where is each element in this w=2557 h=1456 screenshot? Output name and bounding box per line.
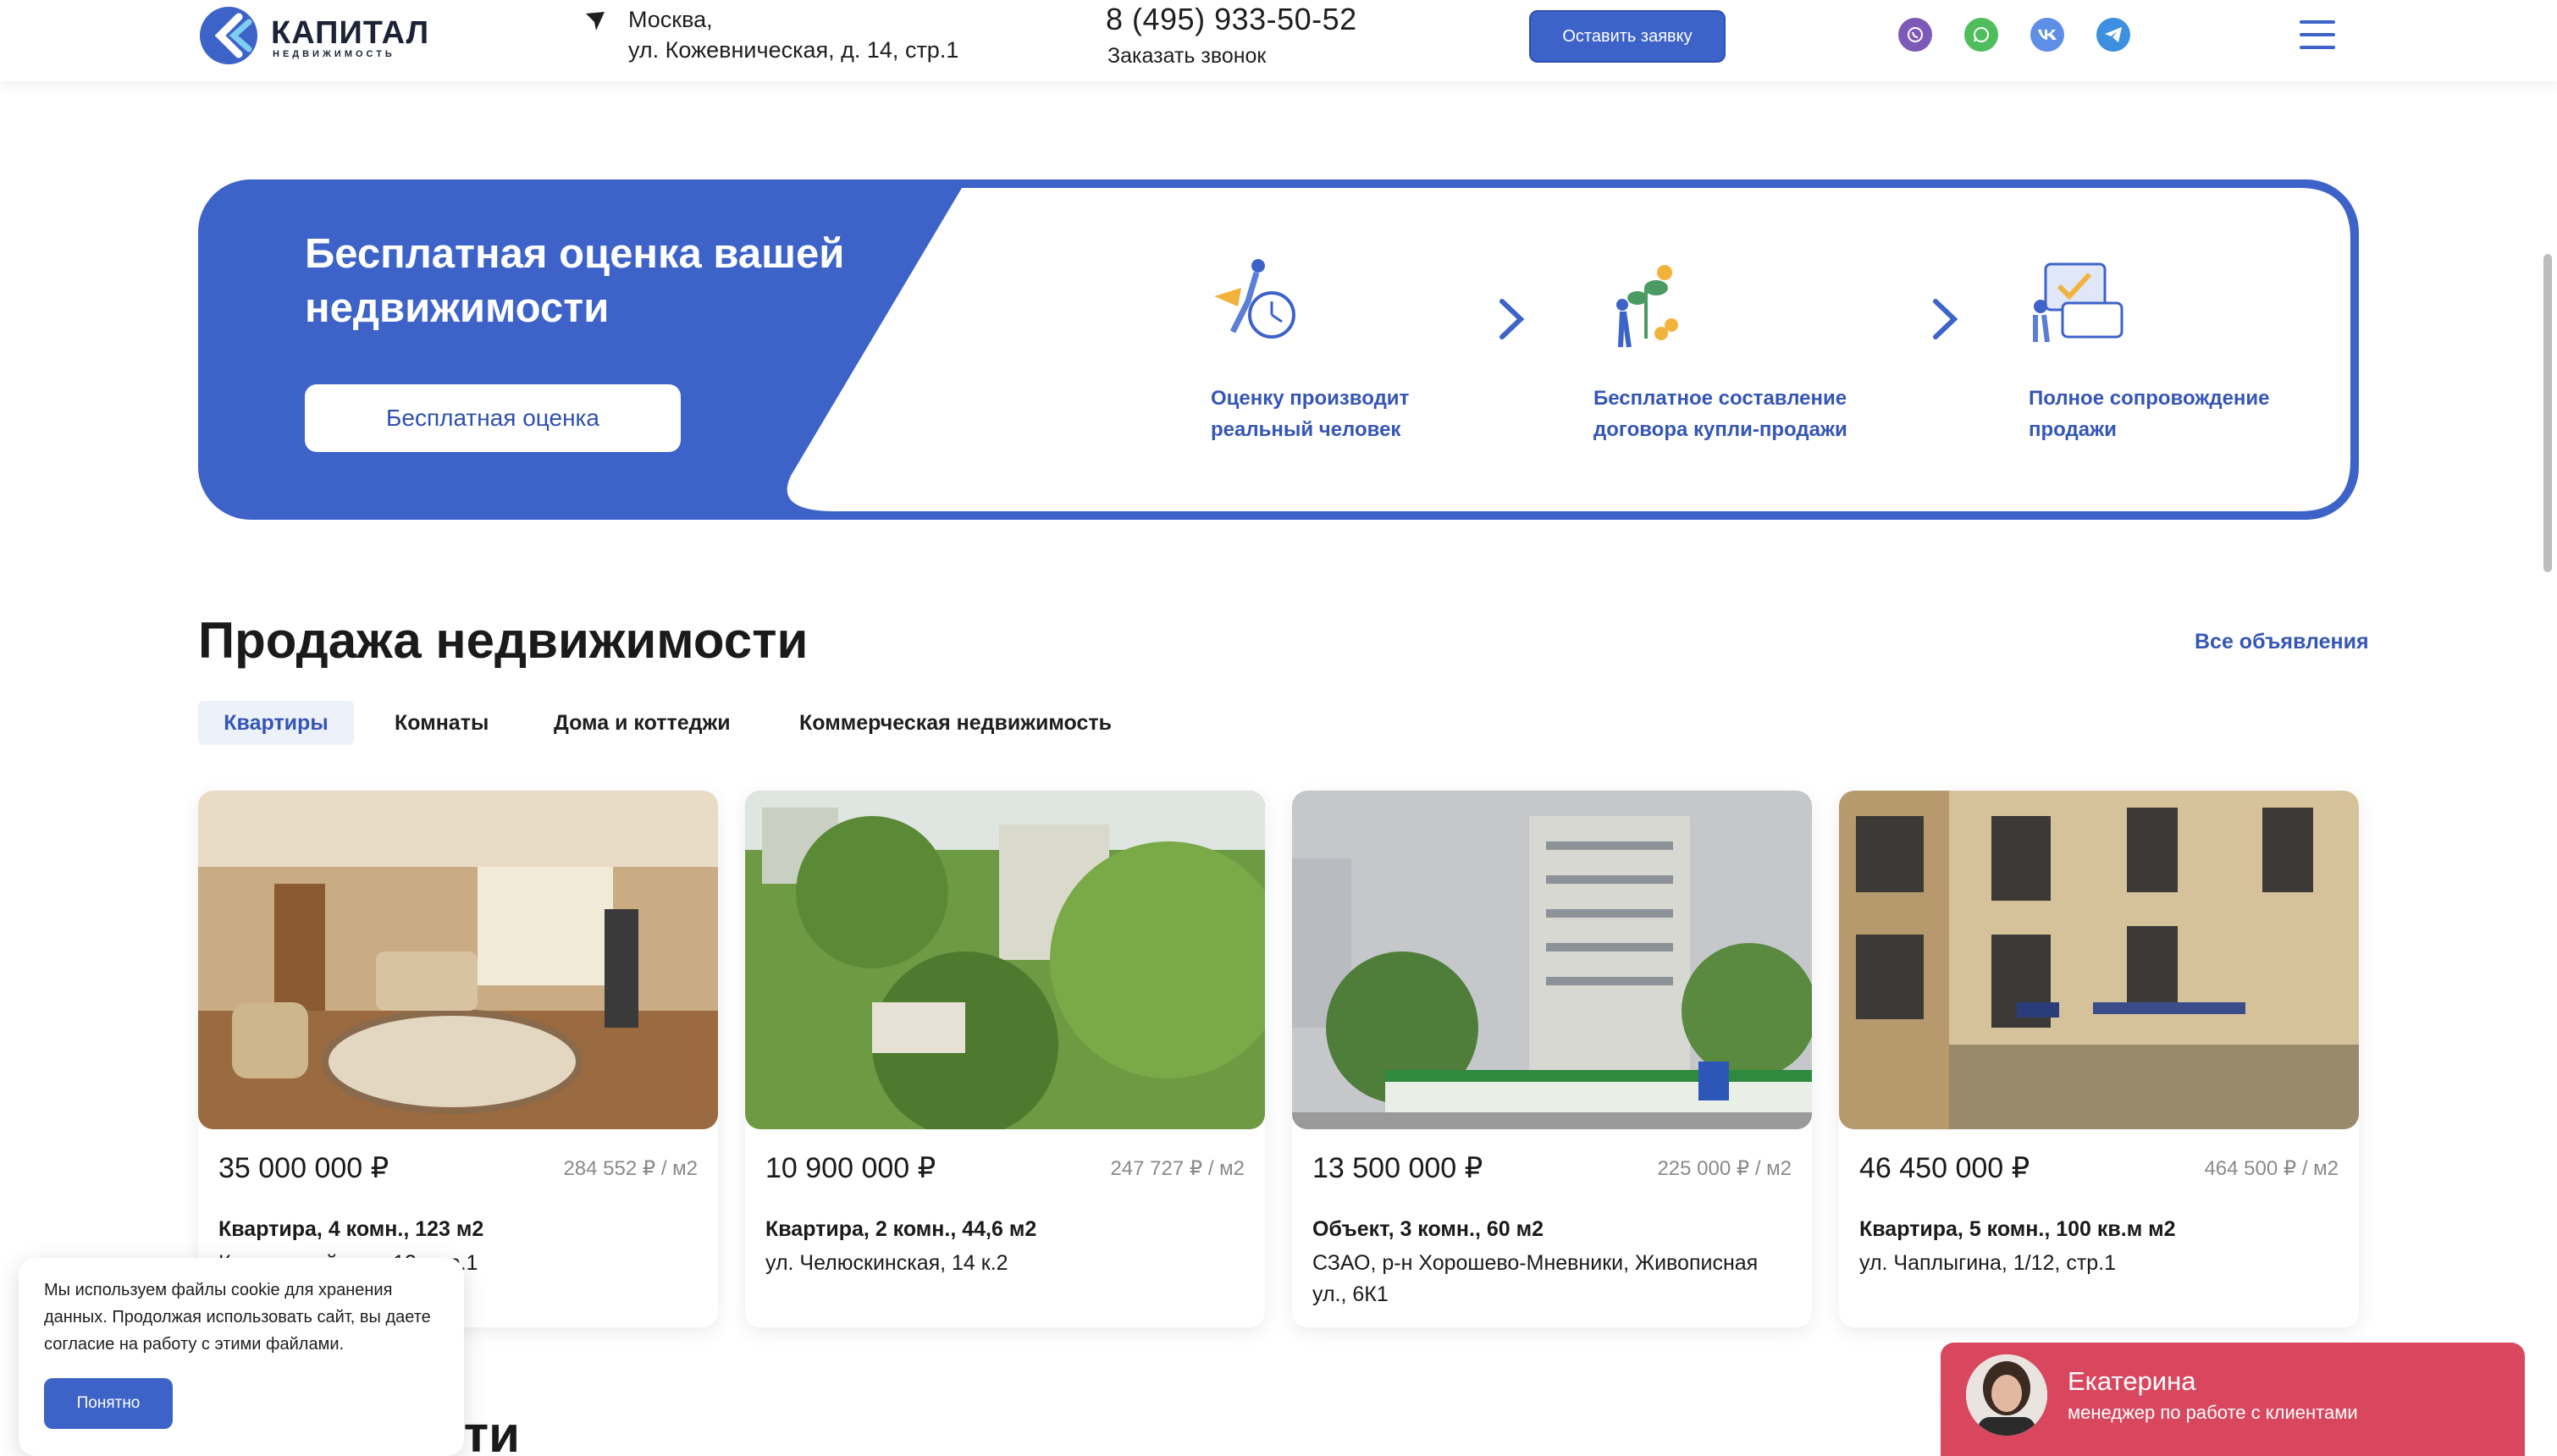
- listing-title: Объект, 3 комн., 60 м2: [1312, 1217, 1544, 1241]
- section-title: Продажа недвижимости: [198, 612, 809, 669]
- listing-price: 46 450 000 ₽: [1859, 1152, 2030, 1184]
- listing-address: СЗАО, р-н Хорошево-Мневники, Живописная …: [1312, 1251, 1759, 1306]
- listing-card[interactable]: 35 000 000 ₽ 284 552 ₽ / м2 Квартира, 4 …: [198, 791, 718, 1327]
- listing-photo-building: [1292, 791, 1812, 1129]
- logo-mark-icon: [200, 7, 257, 64]
- listing-price-per-m2: 225 000 ₽ / м2: [1657, 1157, 1792, 1180]
- manager-avatar: [1966, 1354, 2047, 1436]
- listing-price: 35 000 000 ₽: [218, 1152, 389, 1184]
- tab-houses[interactable]: Дома и коттеджи: [554, 701, 731, 745]
- listing-price: 10 900 000 ₽: [765, 1152, 936, 1184]
- listing-address: ул. Чаплыгина, 1/12, стр.1: [1859, 1251, 2117, 1275]
- feature-label-2: Бесплатное составление договора купли-пр…: [1593, 383, 1847, 445]
- cookie-accept-button[interactable]: Понятно: [44, 1378, 173, 1429]
- listing-photo-trees: [745, 791, 1265, 1129]
- documents-support-icon: [2033, 262, 2123, 343]
- chevron-right-icon: [1933, 299, 1958, 339]
- feature-1-line-2: реальный человек: [1211, 418, 1401, 441]
- feature-3-line-1: Полное сопровождение: [2029, 387, 2270, 410]
- logo[interactable]: КАПИТАЛ НЕДВИЖИМОСТЬ: [196, 3, 428, 68]
- listing-price-per-m2: 284 552 ₽ / м2: [563, 1157, 698, 1180]
- chevron-right-icon: [1499, 299, 1525, 339]
- listing-photo-living-room: [198, 791, 718, 1129]
- listing-photo-facade: [1839, 791, 2359, 1129]
- banner-title: Бесплатная оценка вашей недвижимости: [305, 231, 845, 331]
- vk-icon[interactable]: [2030, 18, 2064, 52]
- address-city: Москва,: [628, 7, 713, 32]
- listing-title: Квартира, 2 комн., 44,6 м2: [765, 1217, 1037, 1241]
- person-valuation-icon: [1214, 259, 1295, 339]
- logo-subtitle: НЕДВИЖИМОСТЬ: [273, 49, 395, 59]
- address-street: ул. Кожевническая, д. 14, стр.1: [628, 37, 959, 63]
- chat-manager-role: менеджер по работе с клиентами: [2068, 1402, 2358, 1423]
- telegram-icon[interactable]: [2096, 18, 2130, 52]
- phone-number[interactable]: 8 (495) 933-50-52: [1106, 2, 1357, 37]
- all-listings-link[interactable]: Все объявления: [2195, 630, 2369, 654]
- listing-card[interactable]: 10 900 000 ₽ 247 727 ₽ / м2 Квартира, 2 …: [745, 791, 1265, 1327]
- callback-link[interactable]: Заказать звонок: [1107, 44, 1266, 69]
- logo-name: КАПИТАЛ: [271, 15, 430, 51]
- tab-rooms[interactable]: Комнаты: [395, 701, 489, 745]
- listing-title: Квартира, 5 комн., 100 кв.м м2: [1859, 1217, 2176, 1241]
- feature-1-line-1: Оценку производит: [1211, 387, 1410, 410]
- listing-card[interactable]: 13 500 000 ₽ 225 000 ₽ / м2 Объект, 3 ко…: [1292, 791, 1812, 1327]
- feature-label-3: Полное сопровождение продажи: [2029, 383, 2270, 445]
- listing-price: 13 500 000 ₽: [1312, 1152, 1483, 1184]
- location-arrow-icon: [586, 12, 605, 30]
- listing-title: Квартира, 4 комн., 123 м2: [218, 1217, 484, 1241]
- cookie-banner: Мы используем файлы cookie для хранения …: [19, 1258, 464, 1456]
- chat-manager-name: Екатерина: [2068, 1366, 2196, 1396]
- feature-2-line-1: Бесплатное составление: [1593, 387, 1847, 410]
- tab-apartments[interactable]: Квартиры: [198, 701, 354, 745]
- tab-commercial[interactable]: Коммерческая недвижимость: [799, 701, 1112, 745]
- listing-address: ул. Челюскинская, 14 к.2: [765, 1251, 1008, 1275]
- page-scrollbar[interactable]: [2543, 254, 2552, 572]
- feature-3-line-2: продажи: [2029, 418, 2117, 441]
- chat-widget[interactable]: Екатерина менеджер по работе с клиентами: [1941, 1343, 2525, 1456]
- feature-2-line-2: договора купли-продажи: [1593, 418, 1847, 441]
- hamburger-menu-icon[interactable]: [2300, 20, 2335, 51]
- whatsapp-icon[interactable]: [1964, 18, 1998, 52]
- site-header: КАПИТАЛ НЕДВИЖИМОСТЬ Москва, ул. Кожевни…: [0, 0, 2557, 81]
- listing-price-per-m2: 247 727 ₽ / м2: [1110, 1157, 1245, 1180]
- listing-card[interactable]: 46 450 000 ₽ 464 500 ₽ / м2 Квартира, 5 …: [1839, 791, 2359, 1327]
- viber-icon[interactable]: [1898, 18, 1932, 52]
- contract-plant-icon: [1616, 265, 1678, 348]
- listing-price-per-m2: 464 500 ₽ / м2: [2204, 1157, 2339, 1180]
- free-valuation-button[interactable]: Бесплатная оценка: [305, 384, 681, 452]
- feature-label-1: Оценку производит реальный человек: [1211, 383, 1409, 445]
- request-button[interactable]: Оставить заявку: [1529, 10, 1726, 63]
- cookie-text: Мы используем файлы cookie для хранения …: [44, 1281, 431, 1354]
- valuation-banner: Бесплатная оценка вашей недвижимости Бес…: [198, 179, 2359, 520]
